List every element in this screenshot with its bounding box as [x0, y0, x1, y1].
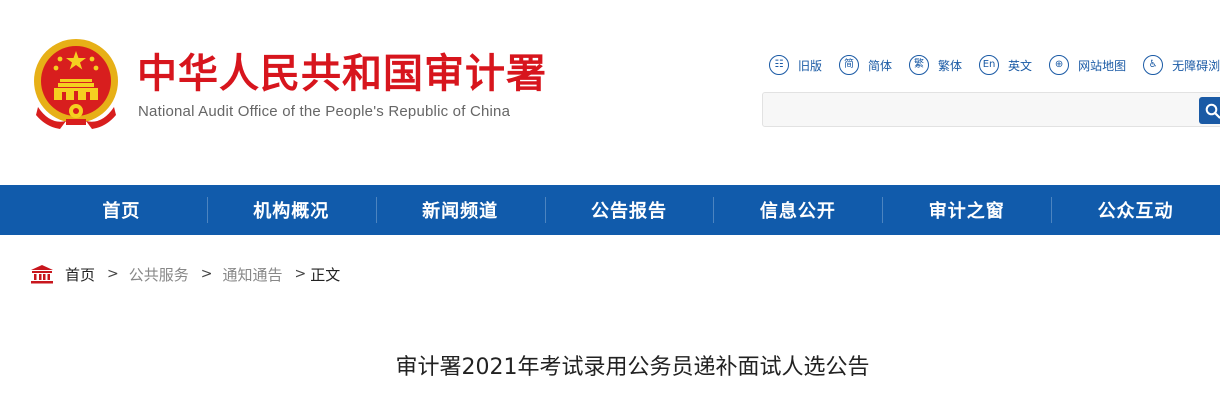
- site-header: 中华人民共和国审计署 National Audit Office of the …: [0, 0, 1220, 185]
- breadcrumb-separator: >: [294, 266, 307, 282]
- national-emblem-icon[interactable]: [30, 37, 122, 133]
- toplink-simplified[interactable]: 简 简体: [839, 55, 892, 75]
- toplink-label: 英文: [1008, 58, 1033, 73]
- search-button[interactable]: [1199, 97, 1220, 124]
- nav-item-audit-window[interactable]: 审计之窗: [882, 185, 1051, 235]
- breadcrumb-home[interactable]: 首页: [65, 264, 95, 285]
- top-links: ☷ 旧版 简 简体 繁 繁体 En 英文 ⊕ 网站地图 ♿ 无障碍浏览: [769, 54, 1220, 76]
- accessibility-icon: ♿: [1143, 55, 1164, 75]
- site-title[interactable]: 中华人民共和国审计署: [137, 50, 547, 98]
- article-title: 审计署2021年考试录用公务员递补面试人选公告: [395, 355, 870, 380]
- toplink-sitemap[interactable]: ⊕ 网站地图: [1049, 55, 1126, 75]
- toplink-english[interactable]: En 英文: [979, 55, 1032, 75]
- sitemap-icon: ⊕: [1049, 55, 1070, 75]
- nav-item-home[interactable]: 首页: [0, 185, 207, 235]
- toplink-label: 简体: [868, 58, 893, 73]
- main-nav: 首页 机构概况 新闻频道 公告报告 信息公开 审计之窗 公众互动: [0, 185, 1220, 235]
- breadcrumb-public-services[interactable]: 公共服务: [129, 264, 189, 285]
- nav-item-public-interaction[interactable]: 公众互动: [1051, 185, 1220, 235]
- breadcrumb-separator: >: [107, 266, 119, 282]
- nav-item-announcements[interactable]: 公告报告: [544, 185, 714, 235]
- toplink-traditional[interactable]: 繁 繁体: [909, 55, 962, 75]
- toplink-label: 旧版: [798, 58, 823, 73]
- toplink-accessibility[interactable]: ♿ 无障碍浏览: [1143, 55, 1220, 75]
- search-input[interactable]: [762, 92, 1220, 127]
- breadcrumb-current: 正文: [310, 265, 341, 284]
- old-version-icon: ☷: [769, 55, 789, 75]
- toplink-old-version[interactable]: ☷ 旧版: [769, 55, 822, 75]
- nav-item-news[interactable]: 新闻频道: [375, 185, 545, 235]
- toplink-label: 繁体: [938, 58, 963, 73]
- search-icon: [1205, 103, 1220, 119]
- toplink-label: 无障碍浏览: [1172, 58, 1220, 73]
- breadcrumb: 首页 > 公共服务 > 通知通告 > 正文: [30, 263, 340, 285]
- nav-item-organization[interactable]: 机构概况: [206, 185, 376, 235]
- home-building-icon: [31, 265, 53, 284]
- nav-item-info-disclosure[interactable]: 信息公开: [713, 185, 882, 235]
- english-icon: En: [979, 55, 1000, 75]
- traditional-chinese-icon: 繁: [909, 55, 930, 75]
- site-subtitle: National Audit Office of the People's Re…: [138, 103, 511, 120]
- simplified-chinese-icon: 简: [839, 55, 860, 75]
- toplink-label: 网站地图: [1078, 58, 1127, 73]
- breadcrumb-notices[interactable]: 通知通告: [223, 264, 283, 285]
- breadcrumb-separator: >: [200, 266, 213, 282]
